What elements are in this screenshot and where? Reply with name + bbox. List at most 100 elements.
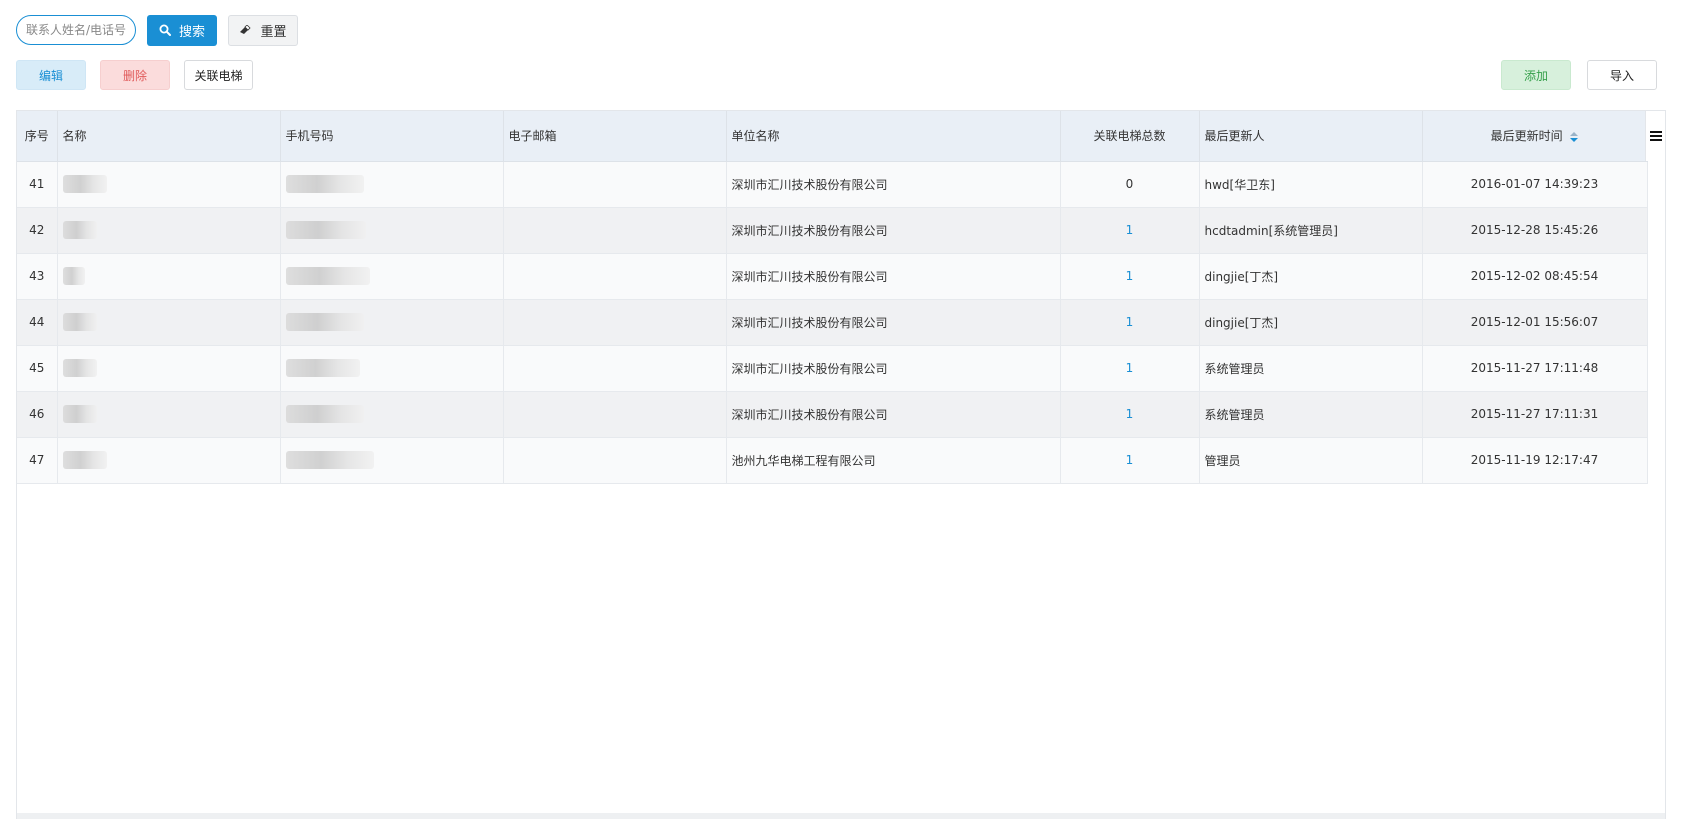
import-button[interactable]: 导入	[1587, 60, 1657, 90]
cell-name	[57, 437, 281, 484]
cell-updater: dingjie[丁杰]	[1199, 299, 1423, 346]
redacted-phone	[285, 359, 360, 377]
cell-company: 深圳市汇川技术股份有限公司	[726, 253, 1061, 300]
cell-phone	[280, 207, 504, 254]
cell-elevator-count[interactable]: 1	[1060, 299, 1200, 346]
redacted-phone	[285, 267, 370, 285]
cell-index: 44	[17, 299, 58, 346]
cell-email	[503, 161, 727, 208]
column-header-updated-at-label: 最后更新时间	[1490, 129, 1563, 144]
cell-phone	[280, 345, 504, 392]
cell-name	[57, 299, 281, 346]
table-header-row: 序号 名称 手机号码 电子邮箱 单位名称 关联电梯总数 最后更新人 最后更新时间	[17, 111, 1648, 162]
cell-updated-at: 2015-12-02 08:45:54	[1422, 253, 1648, 300]
cell-updated-at: 2015-12-01 15:56:07	[1422, 299, 1648, 346]
cell-email	[503, 207, 727, 254]
cell-updater: 系统管理员	[1199, 345, 1423, 392]
add-button[interactable]: 添加	[1501, 60, 1571, 90]
cell-company: 深圳市汇川技术股份有限公司	[726, 391, 1061, 438]
cell-elevator-count[interactable]: 1	[1060, 345, 1200, 392]
table-row[interactable]: 45 深圳市汇川技术股份有限公司 1 系统管理员 2015-11-27 17:11:48	[17, 345, 1648, 392]
column-header-index[interactable]: 序号	[17, 111, 58, 162]
cell-elevator-count[interactable]: 1	[1060, 253, 1200, 300]
table-body: 41 深圳市汇川技术股份有限公司 0 hwd[华卫东] 2016-01-07 14:39…	[17, 161, 1648, 484]
cell-email	[503, 437, 727, 484]
cell-elevator-count[interactable]: 1	[1060, 437, 1200, 484]
cell-updated-at: 2015-11-19 12:17:47	[1422, 437, 1648, 484]
cell-email	[503, 345, 727, 392]
table-row[interactable]: 46 深圳市汇川技术股份有限公司 1 系统管理员 2015-11-27 17:11:31	[17, 391, 1648, 438]
redacted-name	[62, 221, 97, 239]
reset-button-label: 重置	[260, 24, 287, 40]
cell-company: 深圳市汇川技术股份有限公司	[726, 161, 1061, 208]
cell-updated-at: 2015-11-27 17:11:31	[1422, 391, 1648, 438]
cell-name	[57, 391, 281, 438]
cell-name	[57, 207, 281, 254]
cell-index: 41	[17, 161, 58, 208]
cell-index: 43	[17, 253, 58, 300]
cell-phone	[280, 253, 504, 300]
cell-phone	[280, 299, 504, 346]
cell-index: 45	[17, 345, 58, 392]
cell-company: 深圳市汇川技术股份有限公司	[726, 345, 1061, 392]
action-toolbar: 编辑 删除 关联电梯 添加 导入	[16, 60, 1665, 90]
column-header-phone[interactable]: 手机号码	[280, 111, 504, 162]
redacted-phone	[285, 405, 364, 423]
cell-company: 深圳市汇川技术股份有限公司	[726, 207, 1061, 254]
eraser-icon	[240, 25, 252, 34]
redacted-name	[62, 267, 85, 285]
column-header-email[interactable]: 电子邮箱	[503, 111, 727, 162]
cell-updated-at: 2015-11-27 17:11:48	[1422, 345, 1648, 392]
search-button[interactable]: 搜索	[147, 14, 217, 46]
hamburger-menu-icon	[1649, 131, 1662, 141]
cell-updater: hcdtadmin[系统管理员]	[1199, 207, 1423, 254]
search-button-label: 搜索	[178, 24, 205, 40]
cell-index: 46	[17, 391, 58, 438]
column-header-company[interactable]: 单位名称	[726, 111, 1061, 162]
cell-email	[503, 299, 727, 346]
column-header-updated-at[interactable]: 最后更新时间	[1422, 111, 1648, 162]
search-input[interactable]	[16, 15, 136, 45]
reset-button[interactable]: 重置	[228, 14, 298, 46]
cell-index: 42	[17, 207, 58, 254]
redacted-name	[62, 313, 97, 331]
contacts-table: 序号 名称 手机号码 电子邮箱 单位名称 关联电梯总数 最后更新人 最后更新时间…	[17, 111, 1648, 484]
delete-button[interactable]: 删除	[100, 60, 170, 90]
cell-phone	[280, 437, 504, 484]
redacted-name	[62, 451, 107, 469]
horizontal-scrollbar[interactable]	[17, 813, 1665, 819]
redacted-phone	[285, 221, 366, 239]
edit-button[interactable]: 编辑	[16, 60, 86, 90]
table-row[interactable]: 41 深圳市汇川技术股份有限公司 0 hwd[华卫东] 2016-01-07 14:39…	[17, 161, 1648, 208]
cell-phone	[280, 391, 504, 438]
column-header-updater[interactable]: 最后更新人	[1199, 111, 1423, 162]
redacted-name	[62, 405, 97, 423]
cell-elevator-count[interactable]: 1	[1060, 391, 1200, 438]
cell-phone	[280, 161, 504, 208]
column-header-elevator-count[interactable]: 关联电梯总数	[1060, 111, 1200, 162]
column-menu-button[interactable]	[1645, 111, 1665, 161]
column-header-name[interactable]: 名称	[57, 111, 281, 162]
table-row[interactable]: 43 深圳市汇川技术股份有限公司 1 dingjie[丁杰] 2015-12-02 08…	[17, 253, 1648, 300]
cell-updater: hwd[华卫东]	[1199, 161, 1423, 208]
cell-updater: dingjie[丁杰]	[1199, 253, 1423, 300]
cell-email	[503, 253, 727, 300]
contacts-table-container: 序号 名称 手机号码 电子邮箱 单位名称 关联电梯总数 最后更新人 最后更新时间…	[16, 110, 1666, 819]
table-row[interactable]: 42 深圳市汇川技术股份有限公司 1 hcdtadmin[系统管理员] 2015-12-…	[17, 207, 1648, 254]
redacted-name	[62, 359, 97, 377]
table-row[interactable]: 47 池州九华电梯工程有限公司 1 管理员 2015-11-19 12:17:47	[17, 437, 1648, 484]
redacted-phone	[285, 313, 364, 331]
cell-name	[57, 253, 281, 300]
table-row[interactable]: 44 深圳市汇川技术股份有限公司 1 dingjie[丁杰] 2015-12-01 15…	[17, 299, 1648, 346]
sort-icon[interactable]	[1570, 131, 1579, 142]
cell-index: 47	[17, 437, 58, 484]
cell-name	[57, 345, 281, 392]
link-elevator-button[interactable]: 关联电梯	[184, 60, 253, 90]
cell-updater: 管理员	[1199, 437, 1423, 484]
cell-updated-at: 2015-12-28 15:45:26	[1422, 207, 1648, 254]
search-bar: 搜索 重置	[16, 14, 298, 46]
redacted-phone	[285, 451, 374, 469]
cell-elevator-count[interactable]: 1	[1060, 207, 1200, 254]
cell-email	[503, 391, 727, 438]
cell-updated-at: 2016-01-07 14:39:23	[1422, 161, 1648, 208]
